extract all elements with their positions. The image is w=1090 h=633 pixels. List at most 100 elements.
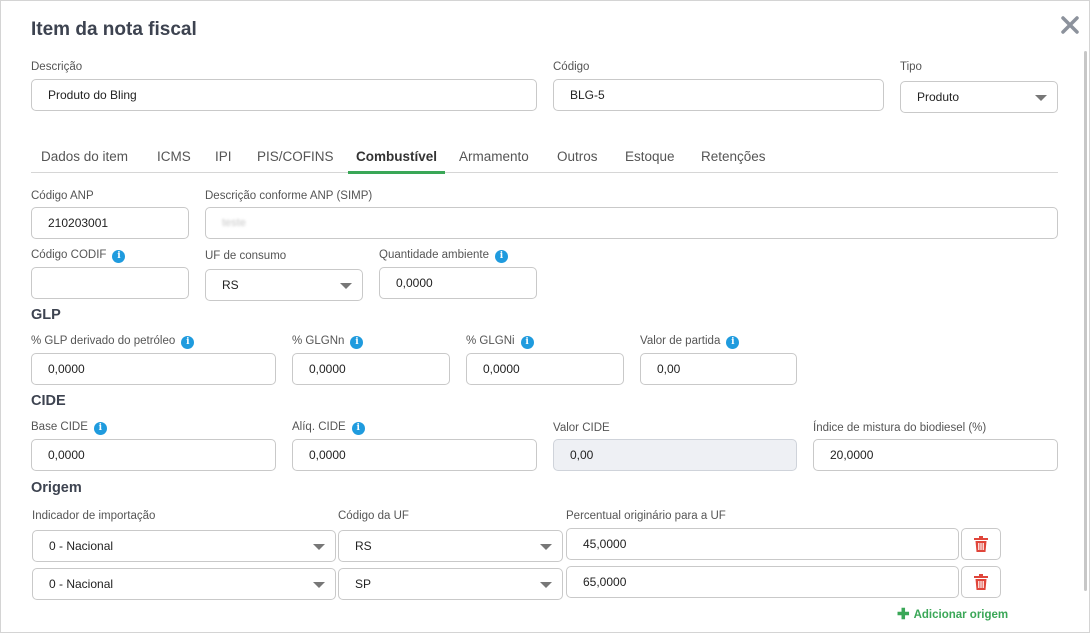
tab-estoque[interactable]: Estoque — [625, 145, 675, 173]
indicador-importacao-header: Indicador de importação — [32, 510, 156, 522]
aliq-cide-label: Alíq. CIDE i — [292, 421, 365, 435]
valor-partida-label-text: Valor de partida — [640, 335, 721, 347]
base-cide-label-text: Base CIDE — [31, 421, 88, 433]
glp-petroleo-input[interactable]: 0,0000 — [31, 353, 276, 385]
indice-biodiesel-value: 20,0000 — [830, 448, 874, 462]
glp-petroleo-value: 0,0000 — [48, 362, 85, 376]
info-icon[interactable]: i — [726, 336, 740, 349]
modal-title: Item da nota fiscal — [31, 19, 197, 40]
tab-armamento[interactable]: Armamento — [459, 145, 529, 173]
codigo-uf-header: Código da UF — [338, 510, 409, 522]
quantidade-ambiente-value: 0,0000 — [396, 276, 433, 290]
indice-biodiesel-label: Índice de mistura do biodiesel (%) — [813, 422, 987, 434]
add-origem-button[interactable]: ✚ Adicionar origem — [897, 605, 1008, 623]
codigo-anp-value: 210203001 — [48, 216, 109, 230]
descricao-input[interactable]: Produto do Bling — [31, 79, 537, 111]
descricao-value: Produto do Bling — [48, 88, 137, 102]
info-icon[interactable]: i — [494, 250, 508, 263]
info-icon[interactable]: i — [520, 336, 534, 349]
tab-retencoes[interactable]: Retenções — [701, 145, 766, 173]
origem-section-title: Origem — [31, 480, 82, 496]
delete-origem-button[interactable] — [961, 566, 1001, 598]
origem-uf-select[interactable]: RS — [338, 530, 563, 562]
origem-percentual-value: 65,0000 — [583, 575, 627, 589]
valor-partida-value: 0,00 — [657, 362, 681, 376]
glp-petroleo-label: % GLP derivado do petróleo i — [31, 335, 195, 349]
glgnn-input[interactable]: 0,0000 — [292, 353, 450, 385]
origem-percentual-value: 45,0000 — [583, 537, 627, 551]
plus-icon: ✚ — [897, 606, 910, 623]
origem-uf-value: SP — [355, 577, 372, 591]
origem-indicador-value: 0 - Nacional — [49, 539, 114, 553]
aliq-cide-value: 0,0000 — [309, 448, 346, 462]
descricao-anp-value: teste — [222, 217, 246, 229]
codigo-anp-label: Código ANP — [31, 190, 94, 202]
origem-indicador-select[interactable]: 0 - Nacional — [32, 530, 336, 562]
origem-percentual-input[interactable]: 45,0000 — [566, 528, 959, 560]
origem-uf-select[interactable]: SP — [338, 568, 563, 600]
codigo-codif-input[interactable] — [31, 267, 189, 299]
trash-icon — [974, 536, 988, 552]
valor-cide-input: 0,00 — [553, 439, 797, 471]
quantidade-ambiente-label-text: Quantidade ambiente — [379, 249, 489, 261]
tab-outros[interactable]: Outros — [557, 145, 598, 173]
item-nota-fiscal-modal: Item da nota fiscal Descrição Produto do… — [0, 0, 1090, 633]
valor-cide-value: 0,00 — [570, 448, 594, 462]
uf-consumo-value: RS — [222, 278, 239, 292]
aliq-cide-input[interactable]: 0,0000 — [292, 439, 537, 471]
glp-section-title: GLP — [31, 307, 61, 323]
tab-icms[interactable]: ICMS — [157, 145, 191, 173]
trash-icon — [974, 574, 988, 590]
tab-combustivel[interactable]: Combustível — [347, 145, 446, 174]
glgni-input[interactable]: 0,0000 — [466, 353, 624, 385]
uf-consumo-label: UF de consumo — [205, 250, 287, 262]
tipo-label: Tipo — [900, 61, 922, 73]
quantidade-ambiente-label: Quantidade ambiente i — [379, 249, 508, 263]
add-origem-label: Adicionar origem — [913, 609, 1009, 621]
tab-pis-cofins[interactable]: PIS/COFINS — [257, 145, 334, 173]
glgni-label-text: % GLGNi — [466, 335, 515, 347]
tab-ipi[interactable]: IPI — [215, 145, 232, 173]
origem-indicador-select[interactable]: 0 - Nacional — [32, 568, 336, 600]
info-icon[interactable]: i — [181, 336, 195, 349]
base-cide-label: Base CIDE i — [31, 421, 107, 435]
descricao-label: Descrição — [31, 61, 83, 73]
indice-biodiesel-input[interactable]: 20,0000 — [813, 439, 1058, 471]
codigo-anp-input[interactable]: 210203001 — [31, 207, 189, 239]
info-icon[interactable]: i — [112, 250, 126, 263]
codigo-value: BLG-5 — [570, 88, 605, 102]
base-cide-input[interactable]: 0,0000 — [31, 439, 276, 471]
valor-partida-label: Valor de partida i — [640, 335, 740, 349]
codigo-input[interactable]: BLG-5 — [553, 79, 884, 111]
aliq-cide-label-text: Alíq. CIDE — [292, 421, 346, 433]
descricao-anp-label: Descrição conforme ANP (SIMP) — [205, 190, 373, 202]
valor-partida-input[interactable]: 0,00 — [640, 353, 797, 385]
delete-origem-button[interactable] — [961, 528, 1001, 560]
scrollbar[interactable] — [1084, 51, 1087, 591]
base-cide-value: 0,0000 — [48, 448, 85, 462]
origem-uf-value: RS — [355, 539, 372, 553]
info-icon[interactable]: i — [351, 422, 365, 435]
tab-dados-do-item[interactable]: Dados do item — [41, 145, 128, 173]
origem-indicador-value: 0 - Nacional — [49, 577, 114, 591]
tipo-select[interactable]: Produto — [900, 81, 1058, 113]
tipo-value: Produto — [917, 90, 960, 104]
uf-consumo-select[interactable]: RS — [205, 269, 363, 301]
codigo-label: Código — [553, 61, 590, 73]
descricao-anp-input[interactable]: teste — [205, 207, 1058, 239]
glp-petroleo-label-text: % GLP derivado do petróleo — [31, 335, 176, 347]
close-icon[interactable] — [1059, 14, 1081, 36]
glgni-label: % GLGNi i — [466, 335, 534, 349]
origem-percentual-input[interactable]: 65,0000 — [566, 566, 959, 598]
glgnn-label: % GLGNn i — [292, 335, 364, 349]
codigo-codif-label: Código CODIF i — [31, 249, 126, 263]
cide-section-title: CIDE — [31, 393, 66, 409]
valor-cide-label: Valor CIDE — [553, 422, 610, 434]
quantidade-ambiente-input[interactable]: 0,0000 — [379, 267, 537, 299]
info-icon[interactable]: i — [350, 336, 364, 349]
glgni-value: 0,0000 — [483, 362, 520, 376]
glgnn-value: 0,0000 — [309, 362, 346, 376]
info-icon[interactable]: i — [93, 422, 107, 435]
codigo-codif-label-text: Código CODIF — [31, 249, 107, 261]
tab-bar: Dados do item ICMS IPI PIS/COFINS Combus… — [31, 145, 1058, 174]
